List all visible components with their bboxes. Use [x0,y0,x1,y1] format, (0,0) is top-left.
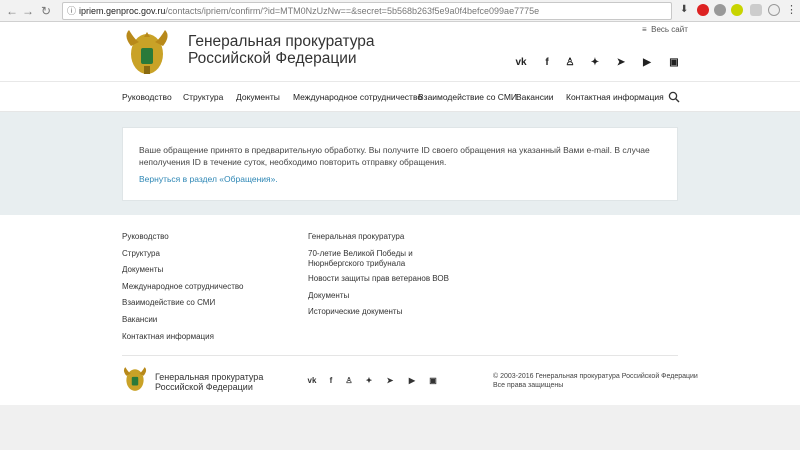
youtube-icon[interactable]: ▶ [640,56,654,70]
footer-link[interactable]: Новости защиты прав ветеранов ВОВ [308,274,449,284]
telegram-icon[interactable]: ➤ [614,56,628,70]
footer-divider [122,355,678,356]
nav-item-vacancies[interactable]: Вакансии [516,92,553,102]
youtube-icon[interactable]: ▶ [406,375,418,387]
browser-menu-icon[interactable]: ⋮ [786,3,797,16]
vk-icon[interactable]: vk [306,375,318,387]
footer-link[interactable]: Документы [308,291,349,301]
facebook-icon[interactable]: f [325,375,337,387]
copyright: © 2003-2016 Генеральная прокуратура Росс… [493,373,698,389]
footer-emblem-icon[interactable] [122,365,148,393]
footer-site-title[interactable]: Генеральная прокуратура Российской Федер… [155,372,263,392]
footer-link[interactable]: Исторические документы [308,307,402,317]
odnoklassniki-icon[interactable]: ♙ [343,375,355,387]
address-bar[interactable]: ⓘ ipriem.genproc.gov.ru/contacts/ipriem/… [62,2,672,20]
twitter-icon[interactable]: ✦ [588,56,602,70]
extension-icon[interactable] [768,4,780,16]
extension-icon[interactable] [750,4,762,16]
browser-toolbar: ← → ↻ ⓘ ipriem.genproc.gov.ru/contacts/i… [0,0,800,22]
nav-item-international[interactable]: Международное сотрудничество [293,92,422,102]
opera-extension-icon[interactable] [697,4,709,16]
confirmation-message: Ваше обращение принято в предварительную… [139,145,650,167]
page-bottom [0,405,800,450]
facebook-icon[interactable]: f [540,56,554,70]
footer-link[interactable]: Взаимодействие со СМИ [122,298,215,308]
emblem-icon[interactable] [123,26,171,78]
url-path: /contacts/ipriem/confirm/?id=MTM0NzUzNw=… [165,6,540,16]
all-sites-link[interactable]: ≡ Весь сайт [642,25,688,34]
odnoklassniki-icon[interactable]: ♙ [563,56,577,70]
instagram-icon[interactable]: ▣ [667,56,681,70]
search-icon[interactable] [668,91,680,103]
instagram-icon[interactable]: ▣ [427,375,439,387]
vk-icon[interactable]: vk [514,56,528,70]
footer-link[interactable]: Генеральная прокуратура [308,232,404,242]
footer-link[interactable]: Структура [122,249,160,259]
telegram-icon[interactable]: ➤ [384,375,396,387]
footer-link[interactable]: Вакансии [122,315,157,325]
nav-item-contacts[interactable]: Контактная информация [566,92,664,102]
nav-item-leadership[interactable]: Руководство [122,92,172,102]
forward-arrow-icon[interactable]: → [20,3,36,19]
extension-icon[interactable] [731,4,743,16]
reload-icon[interactable]: ↻ [38,3,54,19]
twitter-icon[interactable]: ✦ [363,375,375,387]
confirmation-card: Ваше обращение принято в предварительную… [122,127,678,201]
nav-item-documents[interactable]: Документы [236,92,280,102]
nav-item-media[interactable]: Взаимодействие со СМИ [418,92,517,102]
footer-link[interactable]: Документы [122,265,163,275]
download-icon[interactable]: ⬇ [680,4,692,16]
back-arrow-icon[interactable]: ← [4,3,20,19]
site-header: Генеральная прокуратура Российской Федер… [0,22,800,82]
main-menu: Руководство Структура Документы Междунар… [0,82,800,112]
footer-link[interactable]: 70-летие Великой Победы и Нюрнбергского … [308,249,468,269]
url-domain: ipriem.genproc.gov.ru [79,6,166,16]
content-area: Ваше обращение принято в предварительную… [0,112,800,215]
footer-link[interactable]: Контактная информация [122,332,214,342]
footer-link[interactable]: Международное сотрудничество [122,282,244,292]
nav-item-structure[interactable]: Структура [183,92,223,102]
back-to-appeals-link[interactable]: Вернуться в раздел «Обращения». [139,174,278,184]
page-info-icon[interactable]: ⓘ [67,3,76,19]
site-title[interactable]: Генеральная прокуратура Российской Федер… [188,33,375,67]
footer-link[interactable]: Руководство [122,232,169,242]
extension-icon[interactable] [714,4,726,16]
site-footer: Руководство Структура Документы Междунар… [0,215,800,405]
